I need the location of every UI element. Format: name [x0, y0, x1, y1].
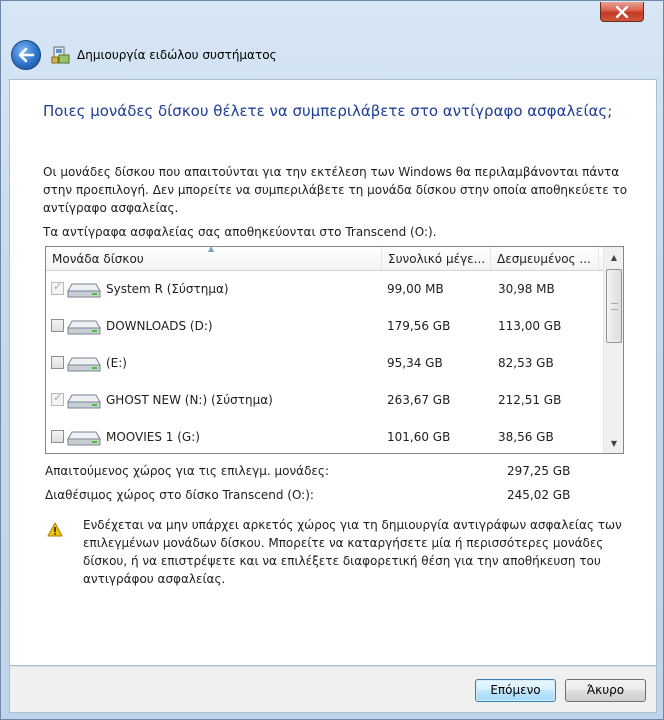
drive-reserved-space: 30,98 MB: [498, 282, 555, 296]
next-button[interactable]: Επόμενο: [475, 679, 556, 702]
drive-total-size: 95,34 GB: [387, 356, 443, 370]
column-header-reserved[interactable]: Δεσμευμένος ...: [491, 247, 599, 270]
hard-drive-icon: [67, 320, 101, 335]
drive-reserved-space: 82,53 GB: [498, 356, 554, 370]
drive-reserved-space: 212,51 GB: [498, 393, 562, 407]
grip-icon: [611, 303, 618, 310]
hard-drive-icon: [67, 394, 101, 409]
window-title: Δημιουργία ειδώλου συστήματος: [77, 48, 277, 62]
backup-wizard-icon: [51, 45, 71, 65]
table-row[interactable]: ✓ GHOST NEW (N:) (Σύστημα) 263,67 GB 212…: [46, 382, 603, 419]
checkmark-icon: ✓: [53, 391, 63, 404]
available-space-row: Διαθέσιμος χώρος στο δίσκο Transcend (O:…: [45, 488, 314, 502]
drive-checkbox[interactable]: [51, 319, 64, 332]
hard-drive-icon: [67, 283, 101, 298]
required-space-label: Απαιτούμενος χώρος για τις επιλεγμ. μονά…: [45, 464, 329, 478]
column-header-total-size[interactable]: Συνολικό μέγε...: [382, 247, 491, 270]
available-space-label: Διαθέσιμος χώρος στο δίσκο Transcend (O:…: [45, 488, 314, 502]
wizard-header: Δημιουργία ειδώλου συστήματος: [9, 31, 657, 79]
drive-total-size: 101,60 GB: [387, 430, 451, 444]
info-text: Οι μονάδες δίσκου που απαιτούνται για τη…: [43, 165, 628, 215]
drive-list[interactable]: Μονάδα δίσκου ▲ Συνολικό μέγε... Δεσμευμ…: [45, 246, 624, 454]
drive-reserved-space: 113,00 GB: [498, 319, 562, 333]
table-row[interactable]: ✓ System R (Σύστημα) 99,00 MB 30,98 MB: [46, 271, 603, 308]
page-question: Ποιες μονάδες δίσκου θέλετε να συμπεριλά…: [43, 102, 613, 120]
drive-total-size: 99,00 MB: [387, 282, 444, 296]
drive-name: (E:): [106, 356, 127, 370]
wizard-content: Ποιες μονάδες δίσκου θέλετε να συμπεριλά…: [9, 79, 657, 666]
drive-checkbox: ✓: [51, 391, 64, 406]
required-space-value: 297,25 GB: [507, 464, 571, 478]
back-button[interactable]: [11, 40, 41, 70]
drive-checkbox[interactable]: [51, 356, 64, 369]
drive-name: MOOVIES 1 (G:): [106, 430, 200, 444]
cancel-button[interactable]: Άκυρο: [565, 679, 646, 702]
available-space-value: 245,02 GB: [507, 488, 571, 502]
drive-checkbox[interactable]: [51, 430, 64, 443]
back-arrow-icon: [18, 47, 35, 63]
drive-name: GHOST NEW (N:) (Σύστημα): [106, 393, 273, 407]
drive-reserved-space: 38,56 GB: [498, 430, 554, 444]
vertical-scrollbar[interactable]: ▲ ▼: [603, 247, 623, 453]
drive-total-size: 179,56 GB: [387, 319, 451, 333]
warning-message: Ενδέχεται να μην υπάρχει αρκετός χώρος γ…: [83, 518, 622, 586]
hard-drive-icon: [67, 431, 101, 446]
sort-ascending-icon: ▲: [208, 246, 215, 253]
checkmark-icon: ✓: [53, 280, 63, 293]
close-button[interactable]: [600, 2, 644, 22]
drive-checkbox: ✓: [51, 280, 64, 295]
backup-location-text: Τα αντίγραφα ασφαλείας σας αποθηκεύονται…: [43, 225, 437, 239]
drive-list-header: Μονάδα δίσκου ▲ Συνολικό μέγε... Δεσμευμ…: [46, 246, 623, 271]
warning-icon: [47, 522, 63, 537]
table-row[interactable]: MOOVIES 1 (G:) 101,60 GB 38,56 GB: [46, 419, 603, 453]
table-row[interactable]: (E:) 95,34 GB 82,53 GB: [46, 345, 603, 382]
drive-name: DOWNLOADS (D:): [106, 319, 213, 333]
window-frame: Δημιουργία ειδώλου συστήματος Ποιες μονά…: [0, 0, 664, 720]
drive-name: System R (Σύστημα): [106, 282, 229, 296]
scroll-up-arrow-icon[interactable]: ▲: [604, 249, 623, 266]
required-space-row: Απαιτούμενος χώρος για τις επιλεγμ. μονά…: [45, 464, 329, 478]
scroll-down-arrow-icon[interactable]: ▼: [604, 435, 623, 452]
drive-total-size: 263,67 GB: [387, 393, 451, 407]
table-row[interactable]: DOWNLOADS (D:) 179,56 GB 113,00 GB: [46, 308, 603, 345]
scroll-thumb[interactable]: [606, 269, 622, 343]
hard-drive-icon: [67, 357, 101, 372]
close-icon: [615, 5, 629, 18]
wizard-footer: Επόμενο Άκυρο: [9, 666, 657, 713]
drive-rows: ✓ System R (Σύστημα) 99,00 MB 30,98 MB D…: [46, 271, 603, 453]
